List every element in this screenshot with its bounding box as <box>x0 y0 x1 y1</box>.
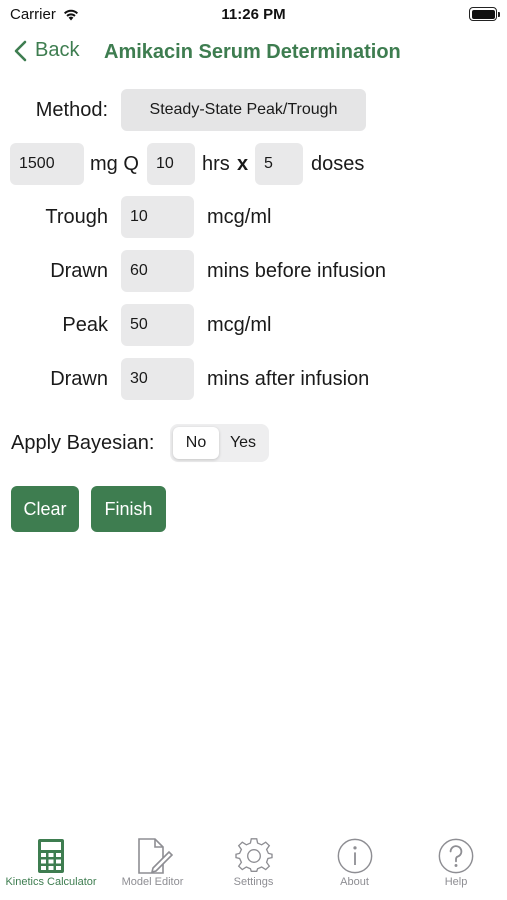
trough-drawn-unit-label: mins before infusion <box>207 260 386 282</box>
back-label: Back <box>35 39 80 61</box>
peak-drawn-unit-label: mins after infusion <box>207 368 370 390</box>
method-row: Method: Steady-State Peak/Trough <box>0 89 507 131</box>
dose-unit-label: mg Q <box>90 153 139 175</box>
interval-input[interactable]: 10 <box>147 143 195 185</box>
peak-drawn-label: Drawn <box>50 368 108 390</box>
status-time: 11:26 PM <box>221 6 286 23</box>
trough-unit-label: mcg/ml <box>207 206 272 228</box>
trough-drawn-label: Drawn <box>50 260 108 282</box>
times-symbol: x <box>237 153 249 175</box>
peak-drawn-input[interactable]: 30 <box>121 358 194 400</box>
tab-label-settings: Settings <box>233 876 274 888</box>
back-button[interactable]: Back <box>14 39 79 62</box>
status-bar: Carrier 11:26 PM <box>0 0 507 30</box>
bayesian-segmented-control: No Yes <box>170 424 269 462</box>
doses-unit-label: doses <box>311 153 365 175</box>
bayesian-label: Apply Bayesian: <box>11 432 155 454</box>
tab-label-model-editor: Model Editor <box>121 876 184 888</box>
calculator-icon <box>38 839 64 873</box>
peak-row: Peak 50 mcg/ml <box>0 304 507 346</box>
trough-label: Trough <box>45 206 108 228</box>
tab-label-about: About <box>340 876 369 888</box>
doses-input[interactable]: 5 <box>255 143 303 185</box>
dose-input[interactable]: 1500 <box>10 143 84 185</box>
tab-label-kinetics-calculator: Kinetics Calculator <box>5 876 97 888</box>
info-icon <box>337 838 372 874</box>
finish-button[interactable]: Finish <box>91 486 166 532</box>
document-edit-icon <box>137 838 173 874</box>
tab-help[interactable]: Help <box>405 838 507 888</box>
trough-input[interactable]: 10 <box>121 196 194 238</box>
tab-about[interactable]: About <box>304 838 405 888</box>
dosing-row: 1500 mg Q 10 hrs x 5 doses <box>0 143 507 185</box>
navigation-bar: Back Amikacin Serum Determination <box>0 36 507 70</box>
help-icon <box>438 838 474 874</box>
peak-drawn-row: Drawn 30 mins after infusion <box>0 358 507 400</box>
method-label: Method: <box>35 99 108 121</box>
tab-bar: Kinetics Calculator Model Editor Setting… <box>0 838 507 900</box>
bayesian-option-yes[interactable]: Yes <box>220 427 266 459</box>
method-selector-button[interactable]: Steady-State Peak/Trough <box>121 89 366 131</box>
tab-label-help: Help <box>444 876 468 888</box>
chevron-left-icon <box>14 40 27 61</box>
bayesian-row: Apply Bayesian: No Yes <box>0 424 507 462</box>
gear-icon <box>234 838 273 872</box>
peak-unit-label: mcg/ml <box>207 314 272 336</box>
trough-drawn-row: Drawn 60 mins before infusion <box>0 250 507 292</box>
clear-button[interactable]: Clear <box>11 486 79 532</box>
tab-model-editor[interactable]: Model Editor <box>102 838 203 888</box>
peak-label: Peak <box>62 314 108 336</box>
interval-unit-label: hrs <box>202 153 230 175</box>
battery-icon <box>469 7 500 21</box>
action-row: Clear Finish <box>0 486 507 532</box>
tab-kinetics-calculator[interactable]: Kinetics Calculator <box>0 838 102 888</box>
tab-settings[interactable]: Settings <box>203 838 304 888</box>
peak-input[interactable]: 50 <box>121 304 194 346</box>
page-title: Amikacin Serum Determination <box>104 41 401 63</box>
trough-row: Trough 10 mcg/ml <box>0 196 507 238</box>
bayesian-option-no[interactable]: No <box>173 427 219 459</box>
trough-drawn-input[interactable]: 60 <box>121 250 194 292</box>
